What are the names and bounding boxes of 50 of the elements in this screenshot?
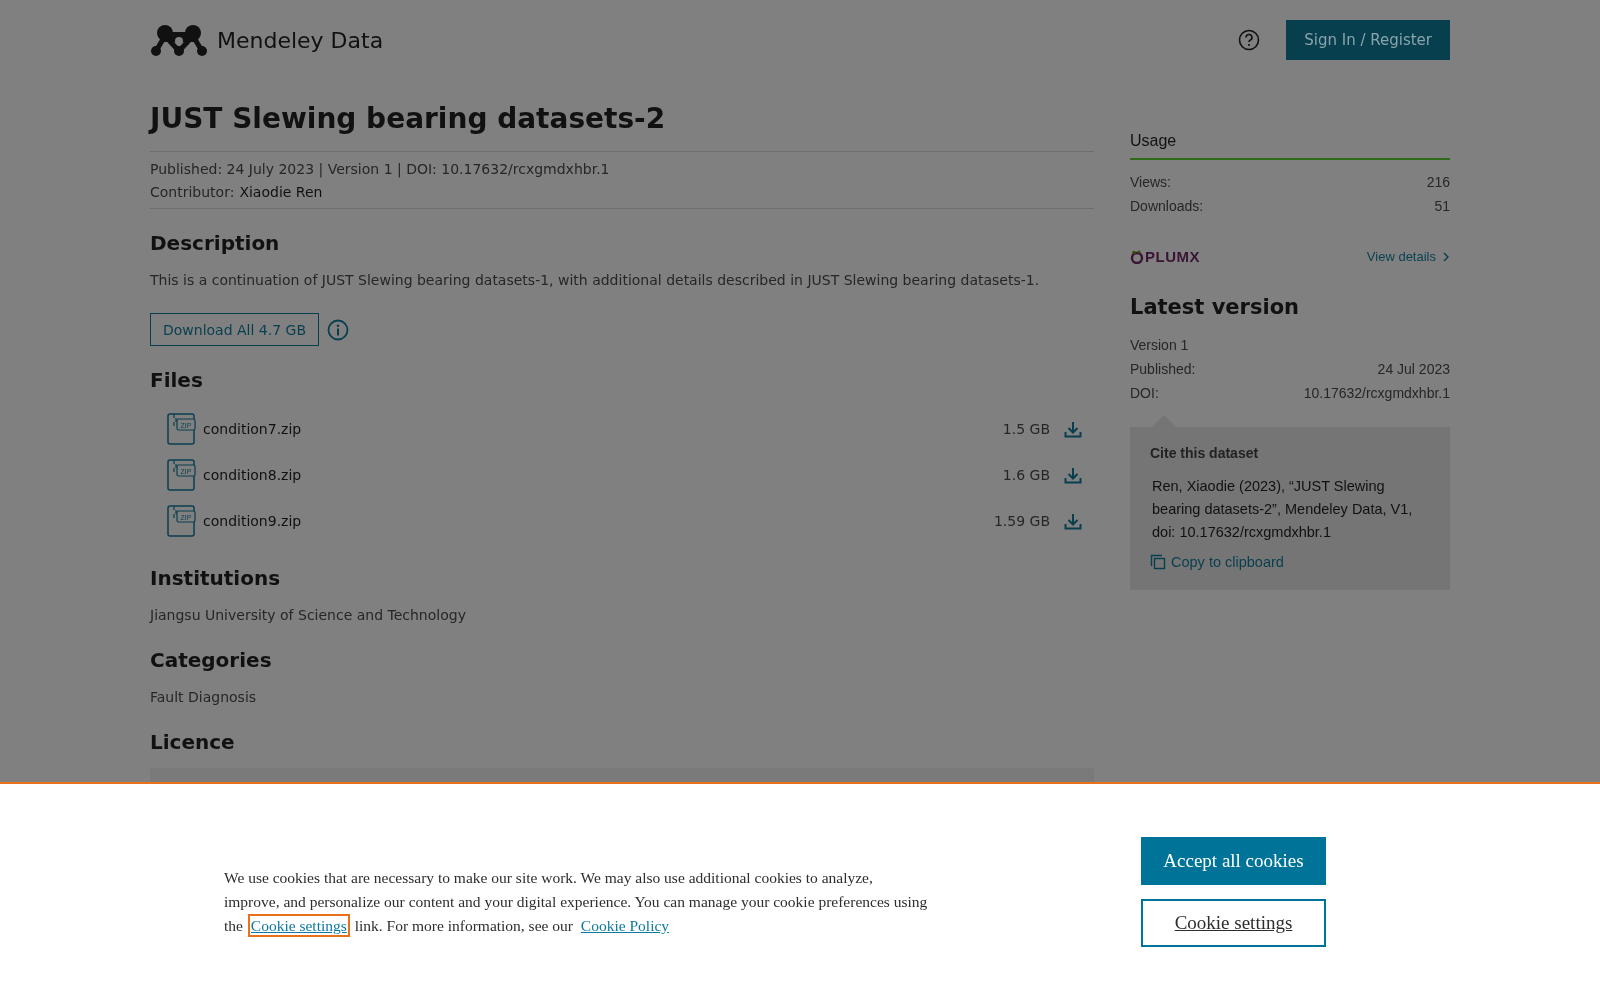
sign-in-button[interactable]: Sign In / Register [1286,20,1450,60]
contributor-name: Xiaodie Ren [239,183,323,202]
stat-value: 216 [1426,173,1450,192]
logo-icon [150,24,208,56]
info-value: 10.17632/rcxgmdxhbr.1 [1303,384,1450,403]
file-size: 1.6 GB [1002,467,1050,483]
institution-text: Jiangsu University of Science and Technology [150,606,467,625]
category-text: Fault Diagnosis [150,688,258,707]
copy-icon [1150,554,1166,570]
download-icon[interactable] [1064,420,1082,438]
latest-version-heading: Latest version [1130,295,1301,319]
cookie-settings-button[interactable]: Cookie settings [1141,899,1326,947]
publication-info: Published: 24 July 2023 | Version 1 | DOI: 10.17632/rcxgmdxhbr.1 [150,160,611,180]
version-label: Version 1 [1130,336,1190,355]
file-size: 1.59 GB [993,513,1050,529]
logo-text[interactable]: Mendeley Data [217,27,384,53]
cite-heading: Cite this dataset [1150,445,1260,461]
info-value: 24 Jul 2023 [1377,360,1450,379]
description-text: This is a continuation of JUST Slewing bearing datasets-1, with additional details described in JUST Slewing bearing datasets-1. [150,271,1041,290]
stat-label: Downloads: [1130,197,1204,216]
info-label: Published: [1130,360,1196,379]
file-size: 1.5 GB [1002,421,1050,437]
download-all-button[interactable]: Download All 4.7 GB [150,313,319,346]
file-name[interactable]: condition9.zip [203,513,302,529]
plumx-logo: PLUMX [1130,248,1200,265]
view-details-link[interactable]: View details [1366,249,1450,264]
stat-label: Views: [1130,173,1171,192]
cookie-settings-link[interactable]: Cookie settings [250,917,347,934]
section-heading: Files [150,368,204,392]
chevron-right-icon [1442,251,1450,262]
download-icon[interactable] [1064,512,1082,530]
copy-to-clipboard-link[interactable]: Copy to clipboard [1150,554,1284,570]
cookie-policy-link[interactable]: Cookie Policy [580,917,670,934]
citation-text: Ren, Xiaodie (2023), “JUST Slewing bearing datasets-2”, Mendeley Data, V1, doi: 10.17632/rcxgmdxhbr.1 [1151,477,1414,542]
download-icon[interactable] [1064,466,1082,484]
accept-cookies-button[interactable]: Accept all cookies [1141,837,1326,885]
dataset-title: JUST Slewing bearing datasets-2 [150,102,667,135]
stat-value: 51 [1434,197,1450,216]
info-icon[interactable] [327,318,349,341]
section-heading: Institutions [150,566,282,590]
section-heading: Description [150,231,281,255]
section-heading: Categories [150,648,273,672]
cookie-notice-text: We use cookies that are necessary to make our site work. We may also use additional cookies to analyze, improve, and personalize our content and your digital experience. You can manage your cookie preferences using the Cookie settings link. For more information, see our Cookie Policy [224,866,929,938]
file-name[interactable]: condition8.zip [203,467,302,483]
file-name[interactable]: condition7.zip [203,421,302,437]
info-label: DOI: [1130,384,1159,403]
help-icon[interactable] [1238,29,1261,51]
usage-heading: Usage [1130,132,1450,160]
contributor-label: Contributor: [150,183,235,202]
section-heading: Licence [150,730,236,754]
